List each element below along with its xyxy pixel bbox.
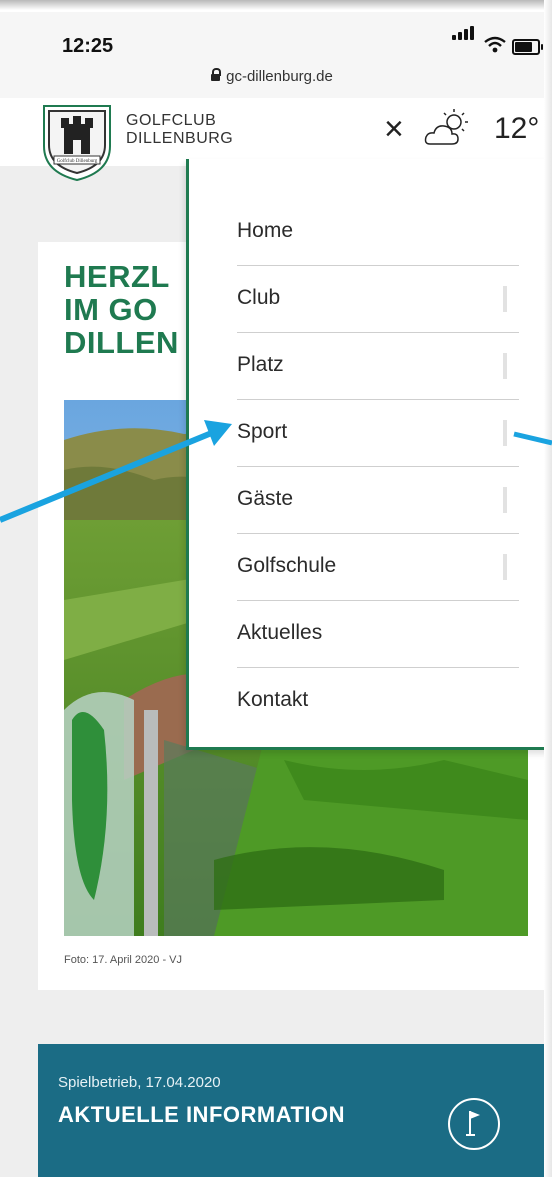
annotation-arrow-right — [513, 431, 552, 446]
annotation-arrows — [0, 420, 552, 523]
annotation-arrow-left — [0, 429, 216, 523]
